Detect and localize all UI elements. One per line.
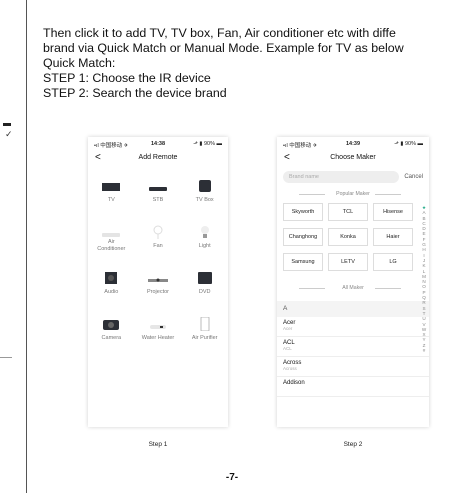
- device-tile[interactable]: Camera: [88, 305, 135, 351]
- device-label: TV Box: [195, 197, 214, 203]
- water-heater-icon: [149, 317, 166, 335]
- device-label: Projector: [146, 289, 169, 295]
- device-tile[interactable]: Light: [181, 213, 228, 259]
- all-maker-label: All Maker: [342, 285, 364, 291]
- cancel-button[interactable]: Cancel: [404, 174, 423, 180]
- step1-caption: Step 1: [148, 441, 168, 448]
- tv-box-icon: [198, 179, 211, 197]
- intro-line-4: STEP 1: Choose the IR device: [43, 71, 211, 85]
- maker-name: ACL: [283, 340, 295, 346]
- divider: [375, 288, 401, 289]
- device-label: Air Purifier: [191, 335, 218, 341]
- intro-line-1: Then click it to add TV, TV box, Fan, Ai…: [43, 26, 396, 40]
- camera-icon: [103, 317, 120, 335]
- nav-bar: < Add Remote: [88, 151, 228, 167]
- fan-icon: [153, 225, 163, 244]
- choose-maker-screenshot: •ıl 中国移动 ✈ 14:39 ⬏ ▮ 90% ▬ < Choose Make…: [277, 137, 429, 427]
- screen-title: Choose Maker: [330, 154, 376, 161]
- check-mark-icon: ✓: [5, 129, 13, 139]
- letter-section-header: A: [277, 301, 429, 317]
- device-tile[interactable]: TV: [88, 167, 135, 213]
- device-tile[interactable]: Air Conditioner: [88, 213, 135, 259]
- device-grid: TV STB TV Box Air Conditioner Fan Light Audio P…: [88, 167, 228, 351]
- maker-name: Addison: [283, 380, 305, 386]
- intro-line-3: Quick Match:: [43, 56, 116, 70]
- device-tile[interactable]: DVD: [181, 259, 228, 305]
- divider: [375, 194, 401, 195]
- popular-maker-label: Popular Maker: [336, 191, 370, 197]
- popular-maker-button[interactable]: LETV: [328, 253, 368, 271]
- nav-bar: < Choose Maker: [277, 151, 429, 167]
- alphabet-index[interactable]: ★ A B C D E F G H I J K L M N O P Q R S T U V W X Y Z #: [421, 205, 427, 353]
- device-label: Light: [198, 243, 211, 249]
- air-purifier-icon: [200, 316, 210, 336]
- add-remote-screenshot: •ıl 中国移动 ✈ 14:38 ⬏ ▮ 90% ▬ < Add Remote …: [88, 137, 228, 427]
- all-maker-header: All Maker: [277, 281, 429, 295]
- device-tile[interactable]: STB: [135, 167, 182, 213]
- maker-list-item[interactable]: ACL ACL: [277, 337, 429, 357]
- intro-text: Then click it to add TV, TV box, Fan, Ai…: [43, 26, 452, 101]
- popular-maker-button[interactable]: TCL: [328, 203, 368, 221]
- device-label: Camera: [101, 335, 122, 341]
- battery-fragment: [3, 123, 11, 126]
- light-icon: [200, 225, 210, 244]
- device-tile[interactable]: TV Box: [181, 167, 228, 213]
- tv-icon: [101, 179, 121, 197]
- left-page-edge: [0, 357, 12, 358]
- device-tile[interactable]: Audio: [88, 259, 135, 305]
- column-divider: [26, 0, 27, 493]
- popular-maker-header: Popular Maker: [277, 187, 429, 201]
- page-number: -7-: [225, 472, 239, 483]
- maker-name: Across: [283, 360, 302, 366]
- device-tile[interactable]: Water Heater: [135, 305, 182, 351]
- popular-maker-button[interactable]: Changhong: [283, 228, 323, 246]
- divider: [299, 288, 325, 289]
- popular-maker-button[interactable]: Samsung: [283, 253, 323, 271]
- maker-subtitle: Acer: [283, 326, 293, 331]
- device-label: DVD: [198, 289, 211, 295]
- device-label: STB: [152, 197, 164, 203]
- maker-subtitle: ACL: [283, 346, 292, 351]
- device-label: Fan: [153, 243, 163, 249]
- stb-icon: [148, 179, 167, 197]
- popular-maker-button[interactable]: Skyworth: [283, 203, 323, 221]
- popular-maker-button[interactable]: Hisense: [373, 203, 413, 221]
- device-label: TV: [107, 197, 115, 203]
- divider: [299, 194, 325, 195]
- maker-list-item[interactable]: Across Across: [277, 357, 429, 377]
- status-bar: •ıl 中国移动 ✈ 14:38 ⬏ ▮ 90% ▬: [88, 137, 228, 151]
- device-label: Audio: [104, 289, 119, 295]
- popular-maker-button[interactable]: Konka: [328, 228, 368, 246]
- brand-search-input[interactable]: Brand name: [283, 171, 399, 183]
- device-label: Water Heater: [141, 335, 175, 341]
- device-tile[interactable]: Air Purifier: [181, 305, 228, 351]
- device-tile[interactable]: Fan: [135, 213, 182, 259]
- popular-maker-button[interactable]: Haier: [373, 228, 413, 246]
- maker-list: Acer Acer ACL ACL Across Across Addison: [277, 317, 429, 397]
- left-page-fragment: ✓: [3, 123, 15, 143]
- search-row: Brand name Cancel: [277, 169, 429, 187]
- battery-status: ⬏ ▮ 90% ▬: [193, 141, 222, 147]
- intro-line-2: brand via Quick Match or Manual Mode. Ex…: [43, 41, 404, 55]
- status-bar: •ıl 中国移动 ✈ 14:39 ⬏ ▮ 90% ▬: [277, 137, 429, 151]
- device-tile[interactable]: Projector: [135, 259, 182, 305]
- maker-name: Acer: [283, 320, 296, 326]
- maker-list-item[interactable]: Acer Acer: [277, 317, 429, 337]
- projector-icon: [147, 271, 168, 289]
- intro-line-5: STEP 2: Search the device brand: [43, 86, 227, 100]
- battery-status: ⬏ ▮ 90% ▬: [394, 141, 423, 147]
- device-label: Air Conditioner: [97, 239, 126, 252]
- popular-maker-grid: Skyworth TCL Hisense Changhong Konka Haier Sam…: [277, 201, 429, 271]
- maker-subtitle: Across: [283, 366, 297, 371]
- audio-icon: [105, 271, 118, 289]
- step2-caption: Step 2: [343, 441, 363, 448]
- popular-maker-button[interactable]: LG: [373, 253, 413, 271]
- maker-list-item[interactable]: Addison: [277, 377, 429, 397]
- dvd-icon: [197, 271, 212, 289]
- screen-title: Add Remote: [138, 154, 178, 161]
- alphabet-index-letter[interactable]: #: [421, 348, 427, 353]
